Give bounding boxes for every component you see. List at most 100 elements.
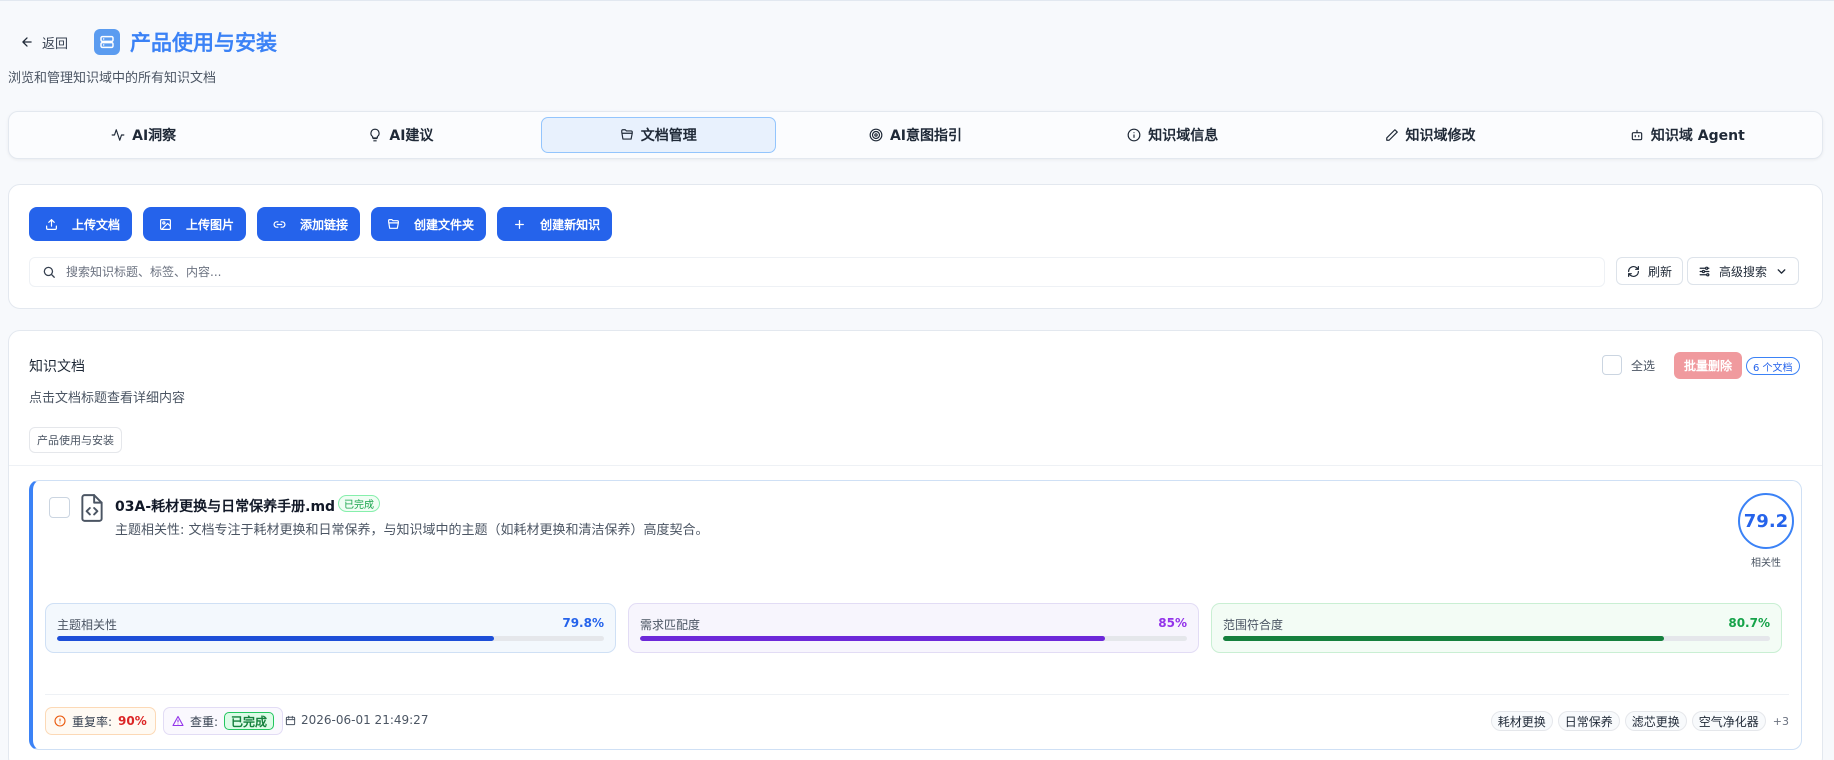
refresh-icon	[1628, 265, 1639, 277]
select-all[interactable]: 全选	[1602, 355, 1655, 375]
tab-domain-edit[interactable]: 知识域修改	[1312, 117, 1547, 153]
relevance-score-label: 相关性	[1751, 558, 1781, 569]
progress-fill	[57, 636, 494, 641]
tag-list: 耗材更换 日常保养 滤芯更换 空气净化器 +3	[1490, 711, 1789, 731]
button-label: 高级搜索	[1719, 264, 1768, 279]
duplicate-check-badge: 查重: 已完成	[163, 707, 284, 735]
alert-circle-icon	[54, 715, 66, 727]
document-card: 03A-耗材更换与日常保养手册.md 已完成 主题相关性: 文档专注于耗材更换和…	[29, 480, 1802, 750]
calendar-icon	[285, 715, 296, 725]
relevance-text: 主题相关性: 文档专注于耗材更换和日常保养，与知识域中的主题（如耗材更换和清洁保…	[115, 523, 709, 538]
progress-fill	[640, 636, 1105, 641]
page-header: 返回 产品使用与安装	[20, 27, 277, 57]
documents-description: 点击文档标题查看详细内容	[29, 391, 186, 406]
refresh-button[interactable]: 刷新	[1616, 257, 1684, 285]
lightbulb-icon	[370, 128, 380, 142]
batch-delete-button[interactable]: 批量删除	[1674, 352, 1743, 379]
select-all-label: 全选	[1631, 358, 1656, 373]
folder-open-icon	[620, 129, 633, 140]
progress-track	[1223, 636, 1770, 641]
tag[interactable]: 空气净化器	[1691, 711, 1766, 731]
metric-label: 范围符合度	[1223, 618, 1284, 632]
date-text: 2026-06-01 21:49:27	[301, 713, 429, 727]
target-icon	[869, 128, 883, 142]
document-count-badge: 6 个文档	[1746, 357, 1800, 375]
button-label: 刷新	[1648, 264, 1673, 279]
plus-icon	[515, 219, 525, 229]
pencil-icon	[1385, 129, 1398, 141]
activity-icon	[111, 129, 125, 141]
relevance-score: 79.2	[1738, 493, 1794, 549]
button-label: 上传文档	[72, 217, 121, 232]
document-title-link[interactable]: 03A-耗材更换与日常保养手册.md	[115, 496, 335, 516]
progress-track	[57, 636, 604, 641]
button-label: 上传图片	[186, 217, 235, 232]
actions-panel: 上传文档 上传图片 添加链接 创建文件夹 创建新知识 刷新 高级搜索	[8, 184, 1823, 309]
button-label: 创建新知识	[540, 217, 601, 232]
image-icon	[160, 218, 171, 230]
tab-document-management[interactable]: 文档管理	[540, 117, 776, 153]
tab-label: 文档管理	[640, 128, 697, 144]
duplicate-rate-label: 重复率:	[72, 714, 113, 729]
more-tags-count[interactable]: +3	[1773, 715, 1789, 728]
upload-icon	[46, 218, 57, 230]
upload-image-button[interactable]: 上传图片	[143, 207, 247, 241]
back-label: 返回	[42, 36, 69, 52]
info-icon	[1127, 128, 1141, 142]
metric-value: 85%	[1158, 616, 1187, 630]
advanced-search-button[interactable]: 高级搜索	[1687, 257, 1800, 285]
search-icon	[43, 266, 55, 278]
domain-tag[interactable]: 产品使用与安装	[29, 427, 122, 453]
tag[interactable]: 日常保养	[1557, 711, 1620, 731]
metric-topic-relevance: 主题相关性 79.8%	[45, 603, 616, 653]
duplicate-check-label: 查重:	[190, 714, 219, 729]
documents-panel: 知识文档 点击文档标题查看详细内容 产品使用与安装 全选 批量删除 6 个文档 …	[8, 330, 1823, 760]
tab-domain-info[interactable]: 知识域信息	[1055, 117, 1290, 153]
tab-domain-agent[interactable]: 知识域 Agent	[1570, 117, 1805, 153]
add-link-button[interactable]: 添加链接	[257, 207, 361, 241]
tab-label: AI洞察	[132, 128, 177, 144]
duplicate-rate-value: 90%	[118, 714, 147, 728]
page-subtitle: 浏览和管理知识域中的所有知识文档	[8, 71, 217, 86]
document-checkbox[interactable]	[49, 497, 70, 518]
tab-ai-suggestion[interactable]: AI建议	[283, 117, 518, 153]
tab-label: AI建议	[389, 128, 434, 144]
create-knowledge-button[interactable]: 创建新知识	[497, 207, 613, 241]
metric-value: 80.7%	[1728, 616, 1770, 630]
metric-scope-conformity: 范围符合度 80.7%	[1211, 603, 1782, 653]
arrow-left-icon	[22, 37, 32, 47]
create-folder-button[interactable]: 创建文件夹	[371, 207, 487, 241]
upload-document-button[interactable]: 上传文档	[29, 207, 133, 241]
server-icon	[94, 29, 121, 55]
status-badge: 已完成	[338, 495, 380, 512]
select-all-checkbox[interactable]	[1602, 355, 1622, 375]
tab-label: 知识域信息	[1148, 128, 1219, 144]
tab-ai-insight[interactable]: AI洞察	[26, 117, 261, 153]
search-input[interactable]	[66, 265, 1566, 279]
bot-icon	[1631, 129, 1643, 141]
metric-label: 需求匹配度	[640, 618, 701, 632]
chevron-down-icon	[1777, 268, 1786, 274]
tab-label: AI意图指引	[889, 128, 962, 144]
tab-ai-intent-guide[interactable]: AI意图指引	[798, 117, 1033, 153]
button-label: 创建文件夹	[414, 217, 475, 232]
link-icon	[273, 220, 286, 228]
progress-fill	[1223, 636, 1665, 641]
metric-label: 主题相关性	[57, 618, 118, 632]
progress-track	[640, 636, 1187, 641]
alert-triangle-icon	[172, 715, 184, 727]
page-title: 产品使用与安装	[130, 31, 278, 55]
duplicate-rate-badge: 重复率: 90%	[45, 707, 156, 735]
tab-bar: AI洞察 AI建议 文档管理 AI意图指引 知识域信息 知识域修改 知识域 Ag…	[8, 111, 1823, 159]
back-button[interactable]: 返回	[20, 33, 68, 52]
tag[interactable]: 耗材更换	[1490, 711, 1553, 731]
divider	[45, 694, 1789, 695]
tag[interactable]: 滤芯更换	[1624, 711, 1687, 731]
search-box	[29, 257, 1605, 287]
document-date: 2026-06-01 21:49:27	[285, 713, 428, 727]
duplicate-check-value: 已完成	[224, 712, 275, 730]
tab-label: 知识域 Agent	[1650, 128, 1745, 144]
file-code-icon	[81, 494, 103, 522]
button-label: 添加链接	[300, 217, 349, 232]
sliders-icon	[1699, 266, 1710, 276]
